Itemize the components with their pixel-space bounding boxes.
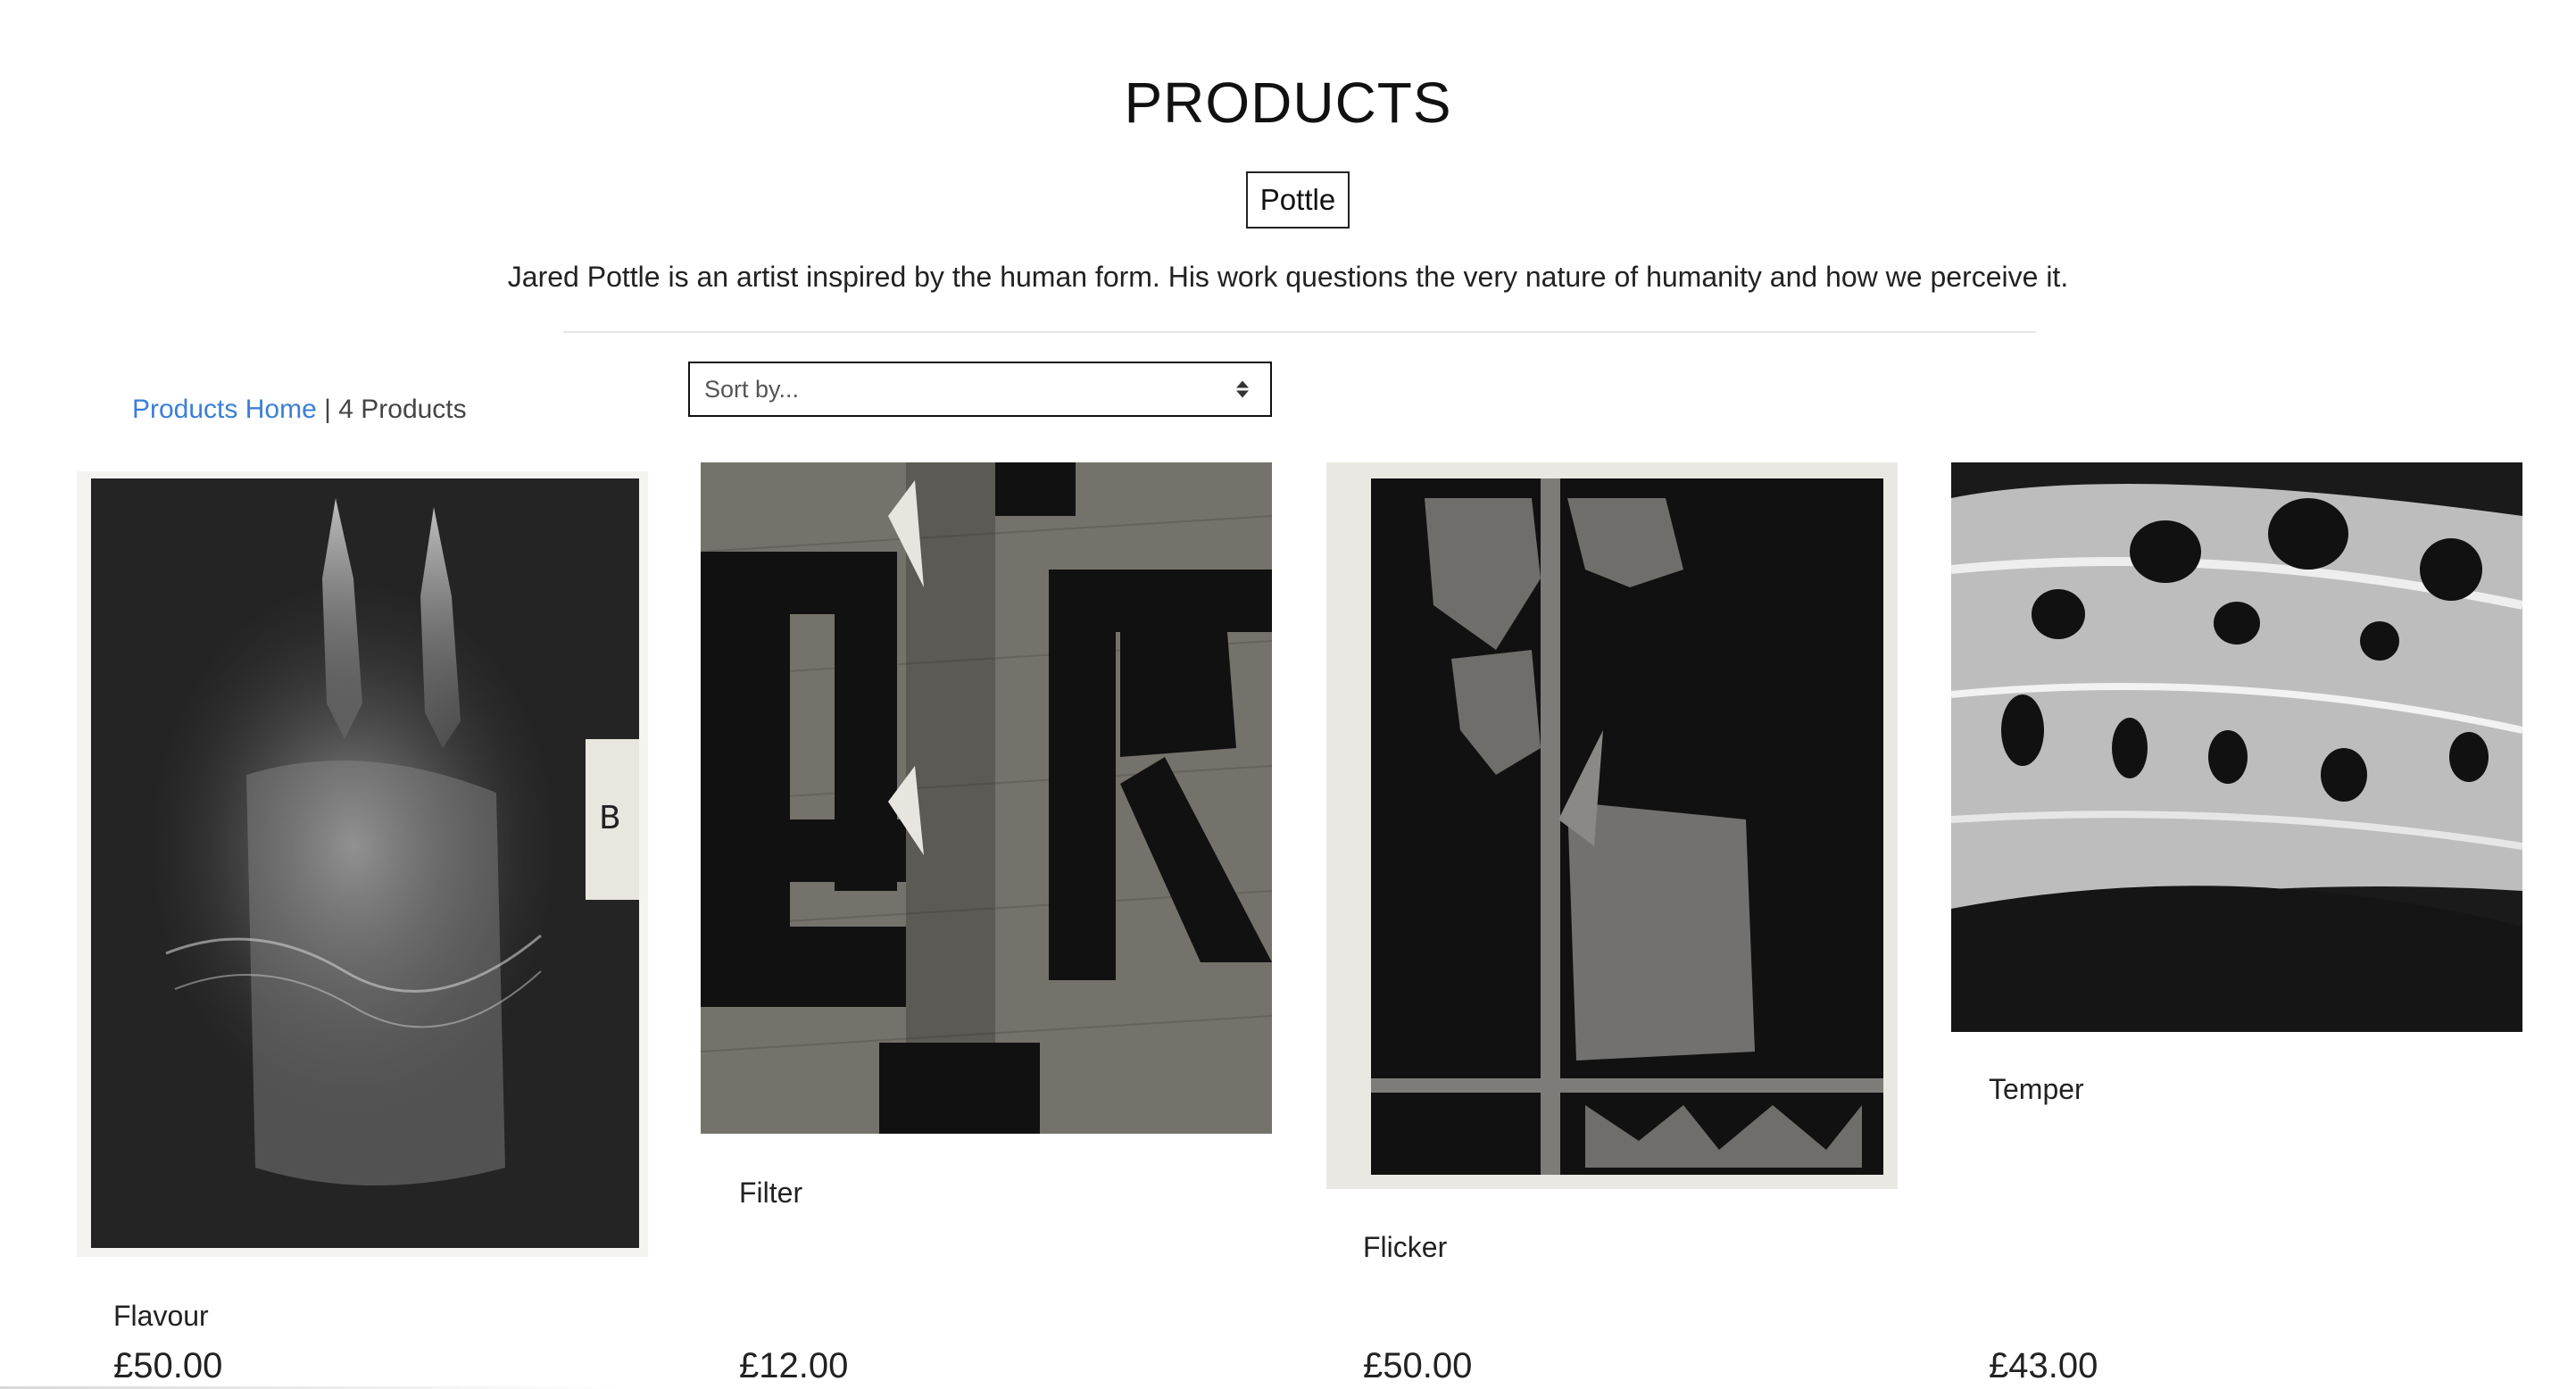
products-page: PRODUCTS Pottle Jared Pottle is an artis… — [0, 0, 2576, 1389]
product-image-flavour[interactable]: B — [77, 471, 648, 1257]
product-price-flavour: £50.00 — [113, 1346, 223, 1385]
product-name-flicker[interactable]: Flicker — [1363, 1231, 1447, 1264]
product-price-temper: £43.00 — [1989, 1346, 2098, 1385]
product-image-filter[interactable] — [701, 462, 1272, 1134]
breadcrumb-separator: | — [324, 395, 331, 424]
sort-placeholder: Sort by... — [704, 375, 800, 403]
breadcrumb: Products Home | 4 Products — [132, 395, 467, 425]
svg-text:B: B — [599, 800, 621, 836]
product-price-filter: £12.00 — [739, 1346, 849, 1385]
product-name-flavour[interactable]: Flavour — [113, 1300, 209, 1333]
category-tag-button[interactable]: Pottle — [1246, 171, 1350, 229]
product-image-temper[interactable] — [1951, 462, 2522, 1032]
divider — [563, 331, 2036, 333]
category-description: Jared Pottle is an artist inspired by th… — [507, 261, 2069, 293]
product-image-flicker[interactable] — [1326, 462, 1898, 1189]
product-price-flicker: £50.00 — [1363, 1346, 1473, 1385]
product-name-temper[interactable]: Temper — [1989, 1073, 2084, 1106]
sort-arrows-icon — [1236, 380, 1249, 398]
products-home-link[interactable]: Products Home — [132, 395, 317, 424]
product-count: 4 Products — [338, 395, 467, 424]
product-name-filter[interactable]: Filter — [739, 1177, 802, 1210]
page-title: PRODUCTS — [1124, 71, 1452, 135]
sort-select[interactable]: Sort by... — [688, 362, 1272, 417]
